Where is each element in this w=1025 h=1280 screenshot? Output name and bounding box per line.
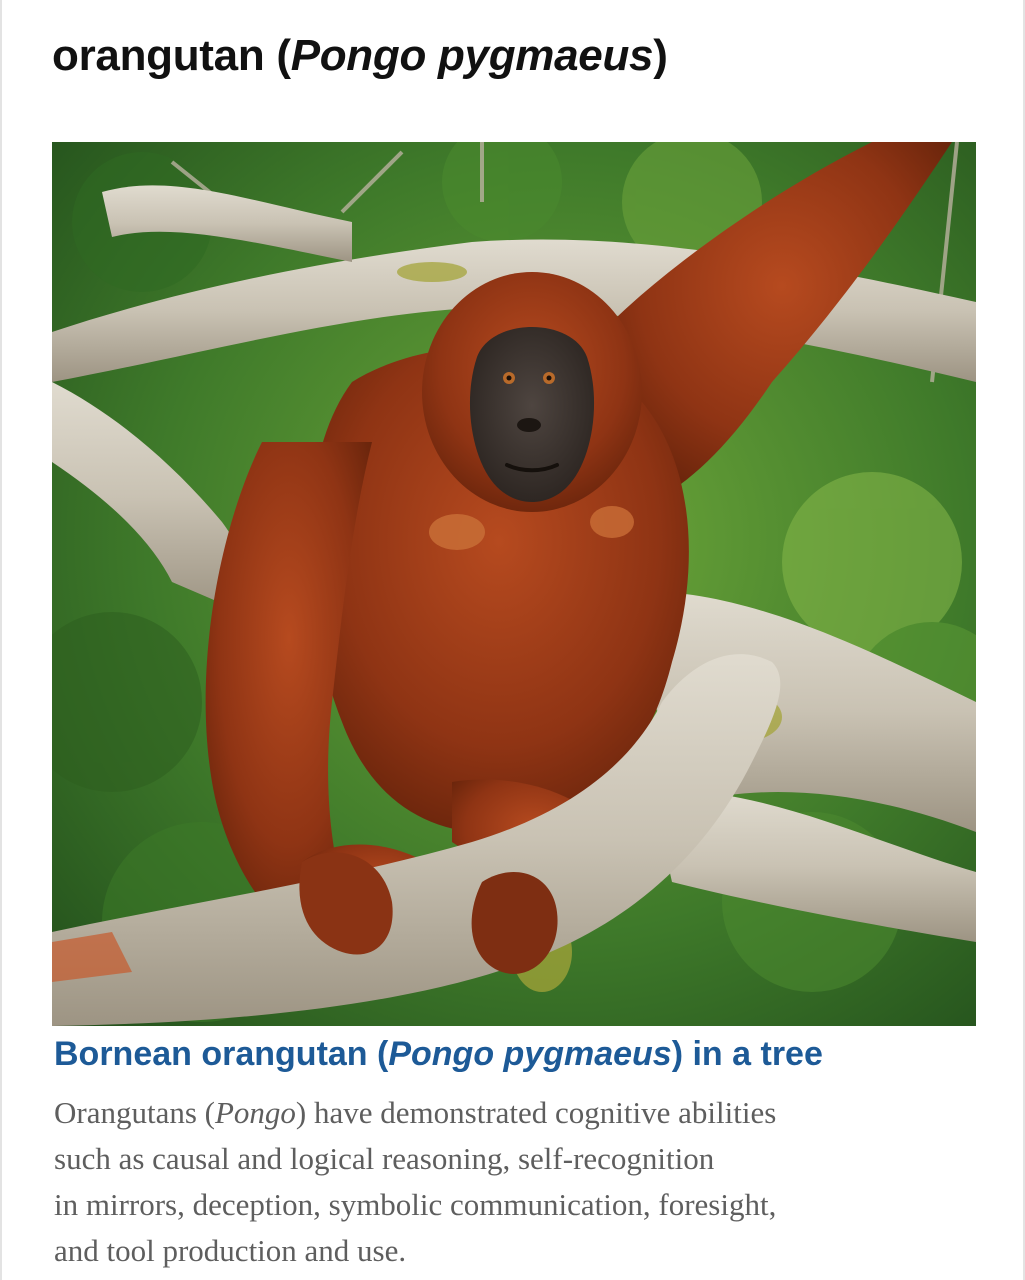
- article-page: orangutan (Pongo pygmaeus) Bornean orang…: [0, 0, 1025, 1280]
- page-title: orangutan (Pongo pygmaeus): [52, 26, 668, 86]
- title-suffix: ): [653, 31, 668, 80]
- description-line-1-prefix: Orangutans (: [54, 1095, 215, 1130]
- description-line-3: in mirrors, deception, symbolic communic…: [54, 1187, 777, 1222]
- photo-caption[interactable]: Bornean orangutan (Pongo pygmaeus) in a …: [54, 1032, 823, 1076]
- title-prefix: orangutan (: [52, 31, 291, 80]
- title-species-italic: Pongo pygmaeus: [290, 31, 654, 80]
- orangutan-illustration: [52, 142, 976, 1026]
- description-line-1-suffix: ) have demonstrated cognitive abilities: [295, 1095, 777, 1130]
- orangutan-photo[interactable]: [52, 142, 976, 1026]
- caption-species-italic: Pongo pygmaeus: [388, 1035, 672, 1073]
- caption-prefix: Bornean orangutan (: [54, 1035, 389, 1073]
- description-paragraph: Orangutans (Pongo) have demonstrated cog…: [54, 1090, 954, 1274]
- description-line-4: and tool production and use.: [54, 1233, 407, 1268]
- description-line-1: Orangutans (Pongo) have demonstrated cog…: [54, 1090, 954, 1136]
- description-genus-italic: Pongo: [214, 1095, 296, 1130]
- description-line-2: such as causal and logical reasoning, se…: [54, 1141, 715, 1176]
- caption-suffix: ) in a tree: [671, 1035, 823, 1073]
